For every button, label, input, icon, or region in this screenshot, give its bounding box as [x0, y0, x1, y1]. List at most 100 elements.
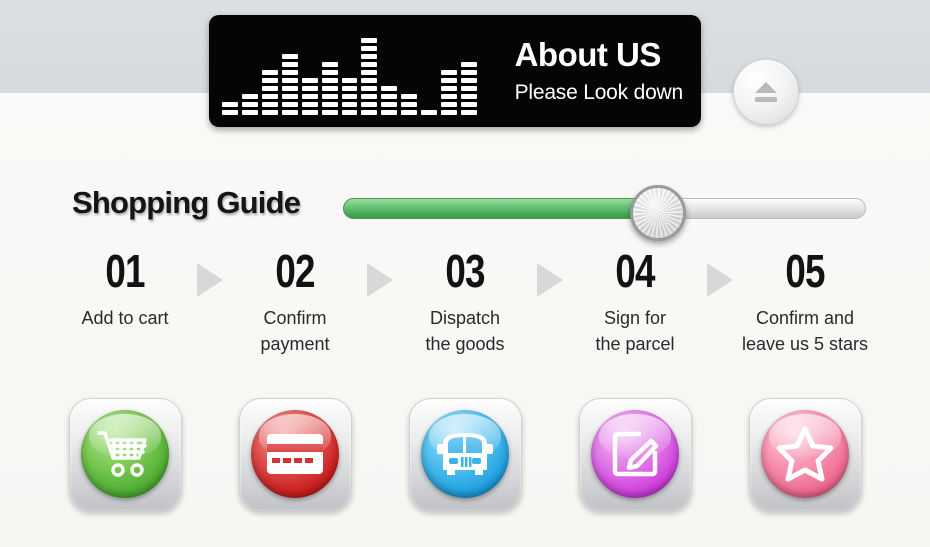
step-label: Sign for the parcel [595, 308, 675, 354]
equalizer-segment [361, 86, 378, 91]
equalizer-segment [241, 94, 258, 99]
equalizer-segment [361, 94, 378, 99]
equalizer-segment [301, 78, 318, 83]
equalizer-segment [281, 62, 298, 67]
equalizer-segment [241, 110, 258, 115]
step-02: 02 Confirm payment [225, 245, 365, 357]
equalizer-segment [461, 102, 477, 107]
eject-bar-icon [755, 97, 777, 102]
step-number: 04 [615, 245, 655, 297]
tile-wrap-01 [55, 397, 195, 511]
equalizer-segment [461, 94, 477, 99]
equalizer-segment [241, 102, 258, 107]
tile-wrap-03 [395, 397, 535, 511]
equalizer-segment [381, 86, 398, 91]
step-tile-04[interactable] [578, 397, 692, 511]
equalizer-segment [321, 62, 338, 67]
chevron-right-arrow-icon [537, 263, 563, 297]
equalizer-segment [301, 86, 318, 91]
equalizer-segment [281, 86, 298, 91]
slider-fill [343, 198, 659, 219]
equalizer-segment [281, 94, 298, 99]
equalizer-segment [281, 102, 298, 107]
step-05: 05 Confirm and leave us 5 stars [735, 245, 875, 357]
orb-sign-pencil [591, 410, 679, 498]
equalizer-bar [421, 110, 438, 115]
tile-wrap-05 [735, 397, 875, 511]
step-tile-01[interactable] [68, 397, 182, 511]
equalizer-bar [321, 62, 338, 115]
equalizer-segment [441, 78, 458, 83]
step-tile-05[interactable] [748, 397, 862, 511]
equalizer-segment [321, 78, 338, 83]
equalizer-bar [461, 62, 477, 115]
credit-card-icon [267, 434, 323, 474]
orb-credit-card [251, 410, 339, 498]
progress-slider[interactable] [343, 185, 866, 241]
equalizer-bar [361, 38, 378, 115]
step-01: 01 Add to cart [55, 245, 195, 331]
step-number: 03 [445, 245, 485, 297]
equalizer-segment [401, 102, 418, 107]
step-number: 01 [105, 245, 145, 297]
equalizer-segment [321, 110, 338, 115]
step-03: 03 Dispatch the goods [395, 245, 535, 357]
tile-wrap-04 [565, 397, 705, 511]
equalizer-bar [441, 70, 458, 115]
equalizer-segment [261, 70, 278, 75]
sign-pencil-icon [612, 431, 659, 477]
equalizer-segment [321, 102, 338, 107]
shopping-cart-icon [97, 431, 147, 477]
equalizer-bar [261, 70, 278, 115]
equalizer-segment [341, 78, 358, 83]
equalizer-segment [341, 110, 358, 115]
step-label: Add to cart [81, 308, 169, 328]
star-icon [776, 426, 834, 482]
equalizer-segment [361, 62, 378, 67]
step-label: Confirm and leave us 5 stars [741, 308, 869, 354]
equalizer-segment [281, 110, 298, 115]
step-tile-02[interactable] [238, 397, 352, 511]
orb-delivery-truck [421, 410, 509, 498]
equalizer-segment [381, 102, 398, 107]
equalizer-segment [261, 94, 278, 99]
tile-wrap-02 [225, 397, 365, 511]
equalizer-segment [301, 102, 318, 107]
equalizer-segment [222, 110, 238, 115]
equalizer-segment [441, 102, 458, 107]
audio-equalizer-graphic [222, 37, 477, 115]
delivery-truck-icon [437, 433, 493, 475]
step-tile-03[interactable] [408, 397, 522, 511]
equalizer-segment [461, 70, 477, 75]
equalizer-segment [341, 86, 358, 91]
step-number: 02 [275, 245, 315, 297]
equalizer-segment [381, 94, 398, 99]
equalizer-segment [341, 94, 358, 99]
chevron-right-arrow-icon [707, 263, 733, 297]
step-number: 05 [785, 245, 825, 297]
equalizer-segment [401, 110, 418, 115]
equalizer-segment [281, 70, 298, 75]
equalizer-bar [241, 94, 258, 115]
equalizer-segment [301, 110, 318, 115]
page-title: About US [514, 36, 662, 73]
orb-shopping-cart [81, 410, 169, 498]
equalizer-segment [361, 70, 378, 75]
equalizer-segment [361, 38, 378, 43]
equalizer-segment [461, 110, 477, 115]
step-icon-tiles-row [55, 394, 875, 514]
eject-button[interactable] [733, 59, 799, 125]
equalizer-segment [321, 86, 338, 91]
chevron-right-arrow-icon [197, 263, 223, 297]
equalizer-segment [301, 94, 318, 99]
equalizer-segment [441, 110, 458, 115]
equalizer-segment [281, 54, 298, 59]
slider-knob-handle[interactable] [630, 185, 686, 241]
steps-row: 01 Add to cart 02 Confirm payment 03 Dispatch t… [55, 245, 875, 375]
chevron-right-arrow-icon [367, 263, 393, 297]
equalizer-segment [222, 102, 238, 107]
header-text-block: About US Please Look down [514, 36, 684, 108]
step-04: 04 Sign for the parcel [565, 245, 705, 357]
equalizer-segment [261, 86, 278, 91]
equalizer-segment [361, 78, 378, 83]
